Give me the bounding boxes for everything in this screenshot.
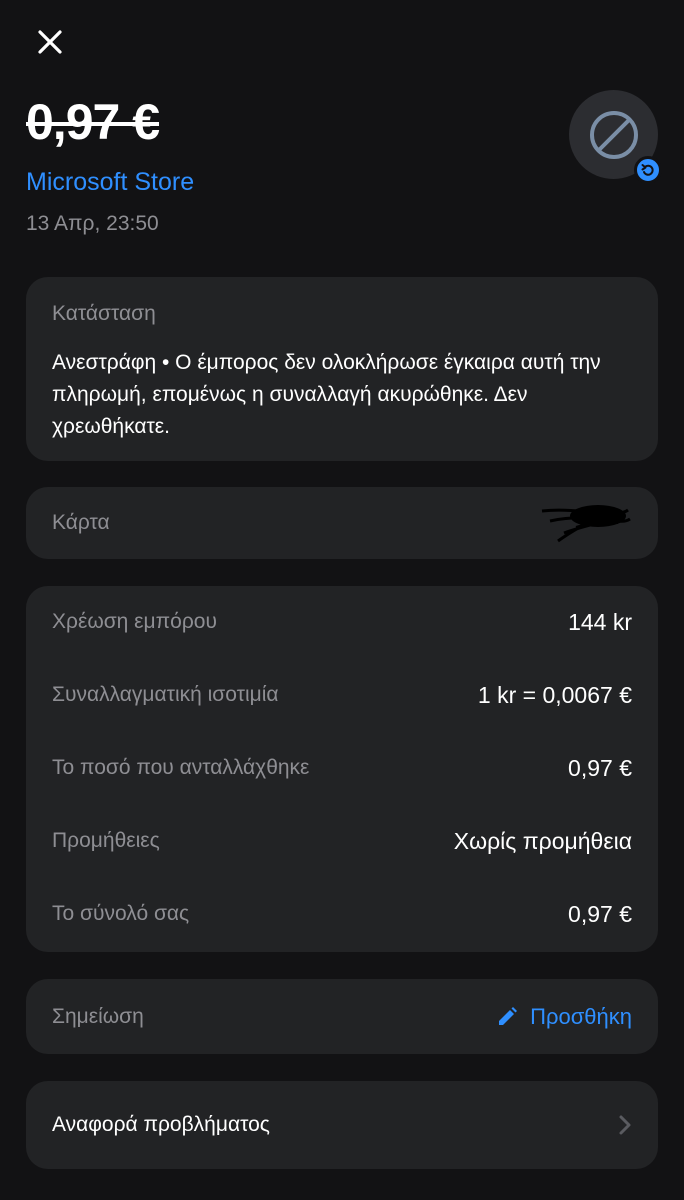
- detail-label: Χρέωση εμπόρου: [52, 610, 217, 633]
- status-label: Κατάσταση: [52, 302, 156, 325]
- report-problem-label: Αναφορά προβλήματος: [52, 1113, 270, 1136]
- detail-row-merchant-charge: Χρέωση εμπόρου 144 kr: [52, 602, 632, 642]
- close-button[interactable]: [30, 22, 70, 62]
- undo-icon: [641, 164, 654, 176]
- detail-label: Συναλλαγματική ισοτιμία: [52, 683, 279, 706]
- blocked-icon: [589, 110, 638, 159]
- detail-label: Το ποσό που ανταλλάχθηκε: [52, 756, 310, 779]
- detail-value: Χωρίς προμήθεια: [453, 827, 632, 854]
- redacted-card-number: [541, 505, 631, 543]
- detail-value: 0,97 €: [568, 900, 632, 927]
- detail-row-exchanged-amount: Το ποσό που ανταλλάχθηκε 0,97 €: [52, 748, 632, 788]
- payment-card-row[interactable]: Κάρτα: [26, 487, 658, 559]
- detail-row-fees: Προμήθειες Χωρίς προμήθεια: [52, 821, 632, 861]
- status-description: Ανεστράφη • Ο έμπορος δεν ολοκλήρωσε έγκ…: [52, 351, 601, 438]
- note-card: Σημείωση Προσθήκη: [26, 979, 658, 1054]
- status-card: Κατάσταση Ανεστράφη • Ο έμπορος δεν ολοκ…: [26, 277, 658, 461]
- card-label: Κάρτα: [52, 511, 110, 534]
- detail-value: 0,97 €: [568, 754, 632, 781]
- close-icon: [38, 30, 62, 54]
- detail-value: 1 kr = 0,0067 €: [477, 681, 632, 708]
- detail-row-exchange-rate: Συναλλαγματική ισοτιμία 1 kr = 0,0067 €: [52, 675, 632, 715]
- note-label: Σημείωση: [52, 1004, 144, 1028]
- detail-row-total: Το σύνολό σας 0,97 €: [52, 894, 632, 934]
- chevron-right-icon: [619, 1115, 631, 1135]
- transaction-datetime: 13 Απρ, 23:50: [26, 212, 159, 235]
- transaction-amount: 0,97 €: [26, 94, 160, 150]
- add-note-label: Προσθήκη: [530, 1003, 632, 1029]
- detail-value: 144 kr: [568, 608, 632, 635]
- reverted-badge: [634, 156, 662, 184]
- charge-details-card: Χρέωση εμπόρου 144 kr Συναλλαγματική ισο…: [26, 586, 658, 952]
- merchant-link[interactable]: Microsoft Store: [26, 166, 194, 198]
- report-problem-button[interactable]: Αναφορά προβλήματος: [26, 1081, 658, 1169]
- add-note-button[interactable]: Προσθήκη: [496, 1004, 632, 1030]
- detail-label: Το σύνολό σας: [52, 902, 190, 925]
- detail-label: Προμήθειες: [52, 829, 160, 852]
- pencil-icon: [499, 1006, 518, 1025]
